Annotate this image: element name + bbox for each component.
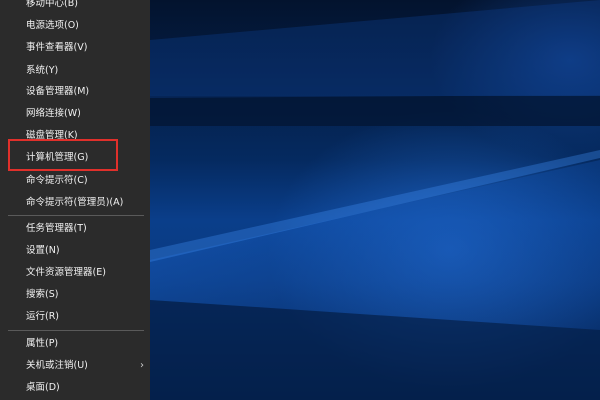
menu-item-file-explorer[interactable]: 文件资源管理器(E)	[0, 262, 150, 284]
menu-item-label: 属性(P)	[26, 338, 59, 349]
menu-item-power-options[interactable]: 电源选项(O)	[0, 15, 150, 37]
menu-item-label: 任务管理器(T)	[26, 223, 87, 234]
menu-item-task-manager[interactable]: 任务管理器(T)	[0, 218, 150, 240]
menu-item-desktop[interactable]: 桌面(D)	[0, 377, 150, 399]
menu-item-event-viewer[interactable]: 事件查看器(V)	[0, 37, 150, 59]
menu-item-search[interactable]: 搜索(S)	[0, 284, 150, 306]
menu-item-label: 运行(R)	[26, 311, 60, 322]
menu-item-label: 命令提示符(管理员)(A)	[26, 197, 124, 208]
menu-item-label: 事件查看器(V)	[26, 42, 88, 53]
menu-item-label: 搜索(S)	[26, 289, 59, 300]
chevron-right-icon: ›	[140, 360, 144, 371]
menu-item-label: 文件资源管理器(E)	[26, 267, 106, 278]
menu-item-label: 设置(N)	[26, 245, 60, 256]
desktop-wallpaper	[150, 0, 600, 400]
menu-item-label: 移动中心(B)	[26, 0, 78, 9]
menu-item-label: 磁盘管理(K)	[26, 130, 78, 141]
menu-item-device-manager[interactable]: 设备管理器(M)	[0, 81, 150, 103]
menu-item-settings[interactable]: 设置(N)	[0, 240, 150, 262]
menu-item-command-prompt[interactable]: 命令提示符(C)	[0, 170, 150, 192]
wallpaper-light-beams	[150, 0, 600, 400]
menu-item-network-connections[interactable]: 网络连接(W)	[0, 103, 150, 125]
menu-item-label: 系统(Y)	[26, 65, 59, 76]
menu-item-label: 网络连接(W)	[26, 108, 81, 119]
menu-item-label: 桌面(D)	[26, 382, 60, 393]
menu-item-shutdown-signout[interactable]: 关机或注销(U) ›	[0, 355, 150, 377]
menu-item-system[interactable]: 系统(Y)	[0, 60, 150, 82]
menu-item-computer-management[interactable]: 计算机管理(G)	[0, 147, 150, 169]
menu-item-label: 设备管理器(M)	[26, 86, 90, 97]
menu-item-command-prompt-admin[interactable]: 命令提示符(管理员)(A)	[0, 192, 150, 214]
menu-divider	[8, 330, 144, 331]
menu-item-label: 命令提示符(C)	[26, 175, 88, 186]
menu-item-label: 计算机管理(G)	[26, 152, 89, 163]
win-x-context-menu: 移动中心(B) 电源选项(O) 事件查看器(V) 系统(Y) 设备管理器(M) …	[0, 0, 150, 400]
menu-item-properties[interactable]: 属性(P)	[0, 333, 150, 355]
menu-item-run[interactable]: 运行(R)	[0, 306, 150, 328]
menu-item-label: 关机或注销(U)	[26, 360, 88, 371]
menu-item-mobility-center[interactable]: 移动中心(B)	[0, 0, 150, 15]
menu-item-label: 电源选项(O)	[26, 20, 79, 31]
menu-divider	[8, 215, 144, 216]
menu-item-disk-management[interactable]: 磁盘管理(K)	[0, 125, 150, 147]
screen: 移动中心(B) 电源选项(O) 事件查看器(V) 系统(Y) 设备管理器(M) …	[0, 0, 600, 400]
